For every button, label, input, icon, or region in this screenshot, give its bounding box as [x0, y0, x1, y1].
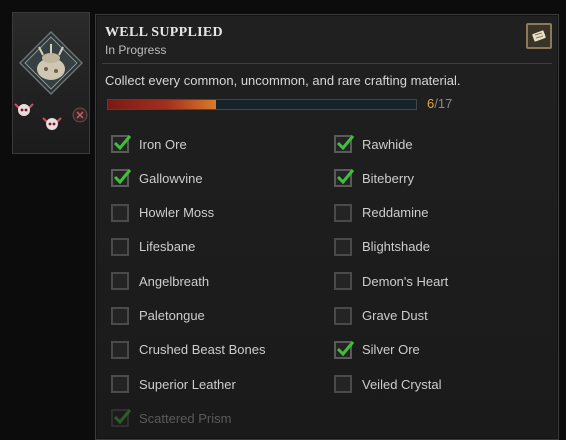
achievement-status: In Progress: [105, 43, 167, 57]
checkmark-icon: [336, 169, 355, 185]
material-label: Veiled Crystal: [362, 376, 442, 392]
material-label: Grave Dust: [362, 308, 428, 323]
material-label: Superior Leather: [139, 376, 236, 392]
checked-checkbox: [334, 340, 355, 359]
material-item: Superior Leather: [111, 372, 236, 396]
empty-checkbox: [334, 306, 352, 325]
checkmark-icon: [113, 169, 132, 185]
material-label: Blightshade: [362, 239, 430, 255]
scroll-icon: [532, 30, 546, 42]
empty-checkbox: [334, 203, 352, 222]
achievement-panel: WELL SUPPLIED In Progress Collect every …: [95, 14, 559, 440]
material-item: Grave Dust: [334, 304, 428, 328]
skull-icon: [14, 103, 34, 116]
checkmark-icon: [336, 135, 355, 151]
material-item: Iron Ore: [111, 132, 187, 156]
material-label: Paletongue: [139, 308, 205, 323]
achievement-title: WELL SUPPLIED: [105, 25, 223, 40]
checkmark-icon: [113, 135, 132, 151]
progress-bar: [107, 99, 417, 110]
material-label: Lifesbane: [139, 239, 196, 255]
material-item: Rawhide: [334, 132, 413, 156]
checkmark-icon: [113, 409, 132, 425]
progress-count: 6/17: [427, 96, 452, 111]
material-label: Howler Moss: [139, 205, 215, 221]
empty-checkbox: [111, 272, 129, 291]
material-item: Blightshade: [334, 235, 430, 259]
progress-bar-fill: [108, 100, 216, 109]
material-label: Scattered Prism: [139, 410, 232, 426]
empty-checkbox: [334, 375, 352, 394]
skull-icon: [42, 117, 62, 130]
material-label: Iron Ore: [139, 136, 187, 152]
checked-checkbox: [111, 409, 132, 428]
material-label: Biteberry: [362, 170, 415, 186]
material-label: Demon's Heart: [362, 273, 449, 289]
material-label: Silver Ore: [362, 342, 420, 358]
material-label: Reddamine: [362, 205, 429, 221]
material-label: Crushed Beast Bones: [139, 342, 266, 358]
empty-checkbox: [111, 203, 129, 222]
locked-badge-icon: [72, 107, 88, 123]
material-label: Gallowvine: [139, 170, 203, 186]
crafting-bag-icon: [19, 31, 83, 95]
material-item: Veiled Crystal: [334, 372, 441, 396]
checkmark-icon: [336, 340, 355, 357]
material-item: Crushed Beast Bones: [111, 338, 265, 362]
empty-checkbox: [111, 237, 129, 256]
material-item: Angelbreath: [111, 269, 209, 293]
checked-checkbox: [334, 169, 355, 188]
material-item: Howler Moss: [111, 201, 214, 225]
material-item: Demon's Heart: [334, 269, 448, 293]
material-label: Angelbreath: [139, 273, 210, 289]
empty-checkbox: [334, 272, 352, 291]
scroll-button[interactable]: [526, 23, 552, 49]
checked-checkbox: [111, 169, 132, 188]
checked-checkbox: [334, 135, 355, 153]
material-item: Gallowvine: [111, 166, 203, 190]
material-label: Rawhide: [362, 136, 413, 152]
material-item: Reddamine: [334, 201, 429, 225]
empty-checkbox: [111, 375, 129, 394]
checked-checkbox: [111, 135, 132, 153]
header-divider: [102, 63, 552, 64]
material-item: Lifesbane: [111, 235, 195, 259]
achievement-portrait: [12, 12, 90, 154]
empty-checkbox: [111, 306, 129, 325]
achievement-description: Collect every common, uncommon, and rare…: [105, 73, 461, 88]
empty-checkbox: [111, 340, 129, 359]
material-item: Biteberry: [334, 166, 414, 190]
material-item: Paletongue: [111, 304, 205, 328]
progress-total: /17: [434, 96, 453, 111]
material-item: Silver Ore: [334, 338, 420, 362]
material-item: Scattered Prism: [111, 406, 231, 430]
empty-checkbox: [334, 237, 352, 256]
